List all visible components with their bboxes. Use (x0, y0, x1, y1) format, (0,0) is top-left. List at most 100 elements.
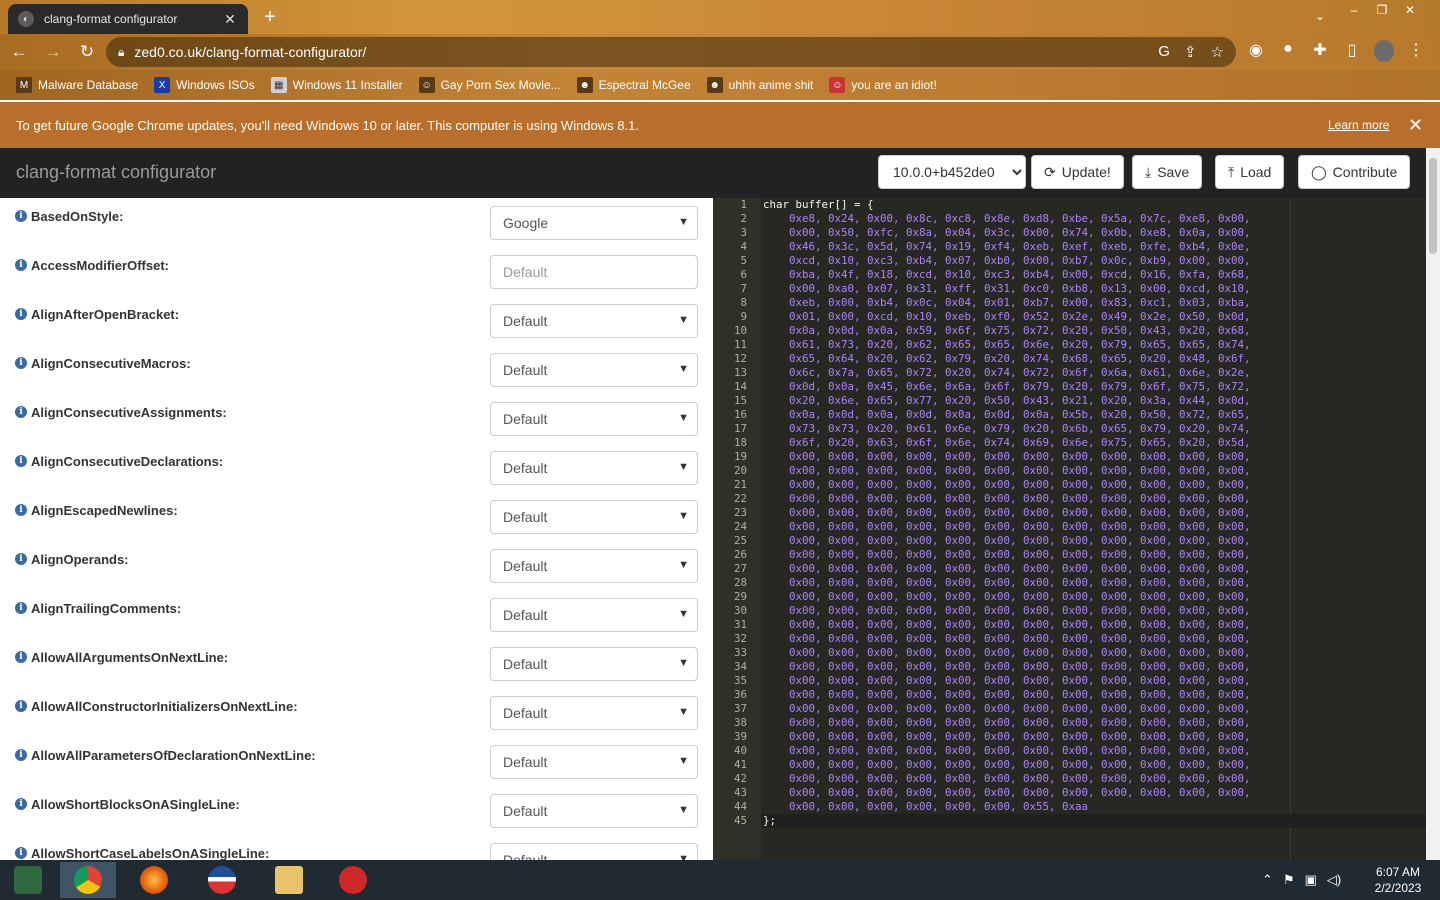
code-editor[interactable]: 1 2 3 4 5 6 7 8 9 10 11 12 13 14 15 16 17 18 19 20 21 22 23 24 2… (713, 198, 1426, 860)
volume-icon[interactable]: ◁) (1327, 872, 1341, 888)
learn-more-link[interactable]: Learn more (1328, 118, 1389, 132)
update-button[interactable]: ⟳ Update! (1031, 155, 1124, 189)
code-line[interactable]: 0x00, 0x00, 0x00, 0x00, 0x00, 0x00, 0x00… (763, 506, 1251, 520)
code-line[interactable]: 0x00, 0x00, 0x00, 0x00, 0x00, 0x00, 0x00… (763, 464, 1251, 478)
code-line[interactable]: }; (763, 814, 776, 828)
chrome-menu-icon[interactable]: ⋮ (1406, 40, 1426, 67)
code-line[interactable]: 0x00, 0x00, 0x00, 0x00, 0x00, 0x00, 0x00… (763, 744, 1251, 758)
info-icon[interactable]: i (15, 406, 27, 418)
taskbar-app-blue[interactable] (194, 862, 250, 898)
code-line[interactable]: 0x46, 0x3c, 0x5d, 0x74, 0x19, 0xf4, 0xeb… (763, 240, 1251, 254)
code-line[interactable]: 0x0d, 0x0a, 0x45, 0x6e, 0x6a, 0x6f, 0x79… (763, 380, 1251, 394)
infobar-close-icon[interactable]: ✕ (1408, 115, 1423, 136)
browser-tab[interactable]: ◐ clang-format configurator ✕ (8, 4, 248, 34)
app-brand[interactable]: clang-format configurator (16, 162, 216, 183)
option-select[interactable]: Default ▼ (490, 353, 698, 387)
back-arrow-icon[interactable]: ← (4, 37, 34, 67)
info-icon[interactable]: i (15, 602, 27, 614)
reload-icon[interactable]: ↻ (72, 37, 102, 67)
info-icon[interactable]: i (15, 259, 27, 271)
new-tab-button[interactable]: + (258, 6, 282, 30)
code-line[interactable]: 0x00, 0x50, 0xfc, 0x8a, 0x04, 0x3c, 0x00… (763, 226, 1251, 240)
code-line[interactable]: 0x6c, 0x7a, 0x65, 0x72, 0x20, 0x74, 0x72… (763, 366, 1251, 380)
bookmark-5[interactable]: ☻ uhhh anime shit (706, 77, 813, 93)
code-line[interactable]: 0x65, 0x64, 0x20, 0x62, 0x79, 0x20, 0x74… (763, 352, 1251, 366)
code-line[interactable]: 0x00, 0x00, 0x00, 0x00, 0x00, 0x00, 0x00… (763, 478, 1251, 492)
code-line[interactable]: 0x00, 0x00, 0x00, 0x00, 0x00, 0x00, 0x00… (763, 702, 1251, 716)
code-line[interactable]: 0x00, 0x00, 0x00, 0x00, 0x00, 0x00, 0x00… (763, 632, 1251, 646)
code-line[interactable]: 0x00, 0x00, 0x00, 0x00, 0x00, 0x00, 0x00… (763, 576, 1251, 590)
taskbar-clock[interactable]: 6:07 AM 2/2/2023 (1366, 864, 1430, 896)
code-line[interactable]: 0x00, 0x00, 0x00, 0x00, 0x00, 0x00, 0x00… (763, 450, 1251, 464)
maximize-icon[interactable]: ❐ (1368, 3, 1396, 17)
code-line[interactable]: 0x00, 0x00, 0x00, 0x00, 0x00, 0x00, 0x00… (763, 604, 1251, 618)
code-line[interactable]: 0x20, 0x6e, 0x65, 0x77, 0x20, 0x50, 0x43… (763, 394, 1251, 408)
taskbar-app-firefox[interactable] (126, 862, 182, 898)
bookmark-0[interactable]: M Malware Database (16, 77, 138, 93)
code-line[interactable]: 0x00, 0x00, 0x00, 0x00, 0x00, 0x00, 0x00… (763, 618, 1251, 632)
close-window-icon[interactable]: ✕ (1396, 3, 1424, 17)
option-select[interactable]: Default ▼ (490, 598, 698, 632)
option-select[interactable]: Default ▼ (490, 794, 698, 828)
extension-avatar-icon[interactable]: ● (1278, 40, 1298, 67)
contribute-button[interactable]: ◯ Contribute (1298, 155, 1411, 189)
code-line[interactable]: 0x00, 0x00, 0x00, 0x00, 0x00, 0x00, 0x00… (763, 660, 1251, 674)
google-lens-icon[interactable]: G (1158, 43, 1170, 61)
code-line[interactable]: 0x00, 0x00, 0x00, 0x00, 0x00, 0x00, 0x00… (763, 688, 1251, 702)
code-line[interactable]: 0xeb, 0x00, 0xb4, 0x0c, 0x04, 0x01, 0xb7… (763, 296, 1251, 310)
code-line[interactable]: 0x00, 0x00, 0x00, 0x00, 0x00, 0x00, 0x55… (763, 800, 1088, 814)
info-icon[interactable]: i (15, 357, 27, 369)
info-icon[interactable]: i (15, 308, 27, 320)
info-icon[interactable]: i (15, 651, 27, 663)
code-line[interactable]: 0x00, 0x00, 0x00, 0x00, 0x00, 0x00, 0x00… (763, 730, 1251, 744)
code-line[interactable]: 0xe8, 0x24, 0x00, 0x8c, 0xc8, 0x8e, 0xd8… (763, 212, 1251, 226)
bookmark-3[interactable]: ☺ Gay Porn Sex Movie... (418, 77, 561, 93)
code-line[interactable]: 0x0a, 0x0d, 0x0a, 0x59, 0x6f, 0x75, 0x72… (763, 324, 1251, 338)
option-select[interactable]: Google ▼ (490, 206, 698, 240)
code-line[interactable]: 0x61, 0x73, 0x20, 0x62, 0x65, 0x65, 0x6e… (763, 338, 1251, 352)
info-icon[interactable]: i (15, 553, 27, 565)
flag-icon[interactable]: ⚑ (1283, 872, 1295, 888)
option-select[interactable]: Default ▼ (490, 304, 698, 338)
tab-close-icon[interactable]: ✕ (222, 11, 238, 28)
version-select[interactable]: 10.0.0+b452de0 (878, 155, 1026, 189)
bookmark-6[interactable]: ☺ you are an idiot! (829, 77, 937, 93)
option-select[interactable]: Default ▼ (490, 402, 698, 436)
option-select[interactable]: Default ▼ (490, 843, 698, 860)
code-line[interactable]: 0x00, 0x00, 0x00, 0x00, 0x00, 0x00, 0x00… (763, 786, 1251, 800)
code-line[interactable]: 0x01, 0x00, 0xcd, 0x10, 0xeb, 0xf0, 0x52… (763, 310, 1251, 324)
taskbar-app-red[interactable] (325, 862, 381, 898)
code-line[interactable]: 0x73, 0x73, 0x20, 0x61, 0x6e, 0x79, 0x20… (763, 422, 1251, 436)
load-button[interactable]: ⤒ Load (1215, 155, 1285, 189)
code-line[interactable]: 0x00, 0x00, 0x00, 0x00, 0x00, 0x00, 0x00… (763, 716, 1251, 730)
url-text[interactable]: zed0.co.uk/clang-format-configurator/ (134, 44, 1158, 60)
code-line[interactable]: 0x00, 0xa0, 0x07, 0x31, 0xff, 0x31, 0xc0… (763, 282, 1251, 296)
taskbar-app-chrome[interactable] (60, 862, 116, 898)
code-line[interactable]: char buffer[] = { (763, 198, 874, 212)
page-scrollbar[interactable] (1426, 148, 1440, 860)
bookmark-star-icon[interactable]: ☆ (1211, 43, 1224, 61)
option-select[interactable]: Default ▼ (490, 500, 698, 534)
info-icon[interactable]: i (15, 700, 27, 712)
code-line[interactable]: 0x00, 0x00, 0x00, 0x00, 0x00, 0x00, 0x00… (763, 674, 1251, 688)
option-select[interactable]: Default ▼ (490, 696, 698, 730)
taskbar-app-files[interactable] (261, 862, 317, 898)
option-select[interactable]: Default ▼ (490, 745, 698, 779)
code-line[interactable]: 0x00, 0x00, 0x00, 0x00, 0x00, 0x00, 0x00… (763, 562, 1251, 576)
code-line[interactable]: 0x00, 0x00, 0x00, 0x00, 0x00, 0x00, 0x00… (763, 548, 1251, 562)
bookmark-2[interactable]: ▦ Windows 11 Installer (270, 77, 403, 93)
extensions-puzzle-icon[interactable]: ✚ (1310, 40, 1330, 67)
code-line[interactable]: 0x00, 0x00, 0x00, 0x00, 0x00, 0x00, 0x00… (763, 492, 1251, 506)
option-select[interactable]: Default ▼ (490, 647, 698, 681)
code-line[interactable]: 0x00, 0x00, 0x00, 0x00, 0x00, 0x00, 0x00… (763, 772, 1251, 786)
code-line[interactable]: 0xba, 0x4f, 0x18, 0xcd, 0x10, 0xc3, 0xb4… (763, 268, 1251, 282)
code-line[interactable]: 0x00, 0x00, 0x00, 0x00, 0x00, 0x00, 0x00… (763, 534, 1251, 548)
code-line[interactable]: 0x6f, 0x20, 0x63, 0x6f, 0x6e, 0x74, 0x69… (763, 436, 1251, 450)
code-line[interactable]: 0x00, 0x00, 0x00, 0x00, 0x00, 0x00, 0x00… (763, 758, 1251, 772)
info-icon[interactable]: i (15, 455, 27, 467)
bookmark-1[interactable]: X Windows ISOs (154, 77, 255, 93)
minimize-icon[interactable]: – (1340, 3, 1368, 17)
tab-search-icon[interactable]: ⌄ (1306, 6, 1334, 26)
profile-avatar[interactable] (1374, 40, 1394, 67)
address-bar[interactable]: 🔒︎ zed0.co.uk/clang-format-configurator/… (106, 37, 1236, 67)
